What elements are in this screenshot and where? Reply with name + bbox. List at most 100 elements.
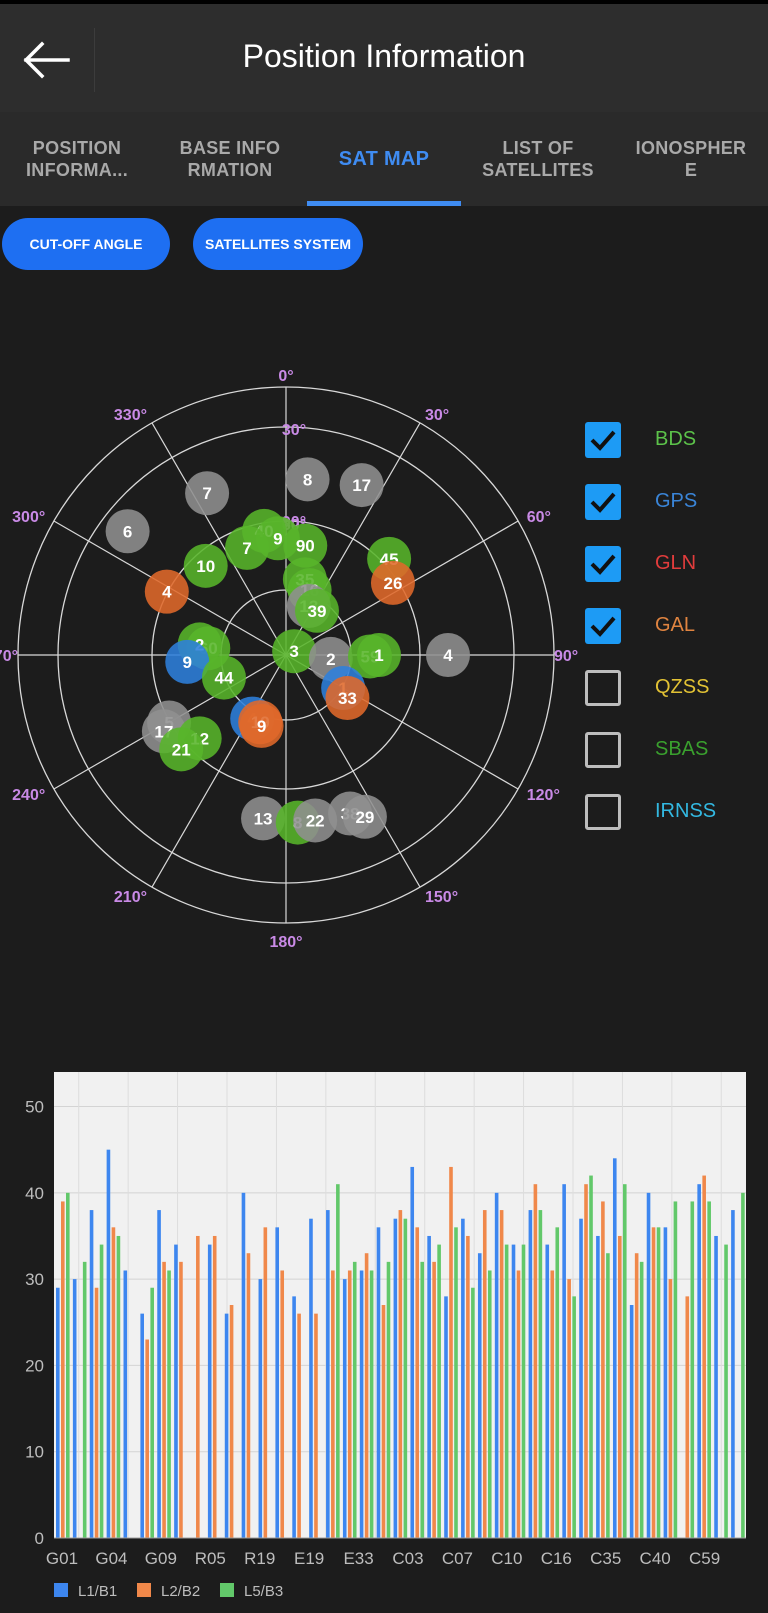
satellite-id: 39: [308, 602, 327, 621]
bar: [56, 1287, 60, 1538]
legend-swatch: [220, 1583, 234, 1597]
tab-3[interactable]: SAT MAP: [307, 112, 461, 206]
azimuth-label: 300°: [12, 509, 45, 526]
tab-label: IONOSPHER E: [635, 138, 747, 180]
legend-item-qzss[interactable]: QZSS: [585, 668, 755, 708]
checkbox-unchecked-icon[interactable]: [585, 794, 621, 830]
bar: [612, 1158, 617, 1538]
bar: [477, 1253, 482, 1538]
satellite-id: 6: [123, 522, 132, 541]
satellite-marker[interactable]: 9: [239, 703, 284, 748]
y-tick-label: 0: [35, 1529, 44, 1548]
satellite-marker[interactable]: 7: [185, 471, 230, 516]
satellite-marker[interactable]: 29: [342, 794, 387, 839]
satellite-marker[interactable]: 44: [201, 655, 246, 700]
y-tick-label: 40: [25, 1184, 44, 1203]
bar: [369, 1270, 374, 1538]
checkbox-checked-icon[interactable]: [585, 608, 621, 644]
satellite-marker[interactable]: 21: [159, 727, 204, 772]
satellite-marker[interactable]: 39: [294, 588, 339, 633]
bar: [601, 1201, 605, 1538]
tab-5[interactable]: IONOSPHER E: [614, 112, 768, 206]
cutoff-angle-button[interactable]: CUT-OFF ANGLE: [2, 218, 170, 270]
bar: [521, 1244, 526, 1538]
bar: [454, 1227, 458, 1538]
bar: [420, 1261, 425, 1538]
bar: [145, 1339, 149, 1538]
bar: [427, 1235, 431, 1538]
y-tick-label: 30: [25, 1270, 44, 1289]
bar: [656, 1227, 661, 1538]
bar: [579, 1218, 583, 1538]
satellite-id: 10: [196, 557, 215, 576]
y-tick-label: 50: [25, 1098, 44, 1117]
satellite-id: 26: [383, 574, 402, 593]
bar: [224, 1313, 229, 1538]
satellite-marker[interactable]: 4: [426, 633, 470, 677]
satellite-marker[interactable]: 26: [370, 560, 415, 605]
bar: [123, 1270, 128, 1538]
checkbox-unchecked-icon[interactable]: [585, 732, 621, 768]
bar: [415, 1227, 420, 1538]
bar: [167, 1270, 171, 1538]
bar: [731, 1210, 735, 1538]
legend-item-gln[interactable]: GLN: [585, 544, 755, 584]
bar: [567, 1279, 571, 1538]
tab-1[interactable]: POSITION INFORMA...: [0, 112, 154, 206]
checkbox-checked-icon[interactable]: [585, 422, 621, 458]
bar: [229, 1305, 234, 1538]
bar: [196, 1235, 200, 1538]
chart-legend-item: L1/B1: [54, 1583, 117, 1600]
bar: [111, 1227, 116, 1538]
satellite-marker[interactable]: 33: [325, 676, 370, 721]
bar: [140, 1313, 144, 1538]
tab-label: POSITION INFORMA...: [26, 138, 128, 180]
satellite-id: 21: [172, 740, 191, 759]
bar: [326, 1210, 330, 1538]
checkbox-checked-icon[interactable]: [585, 546, 621, 582]
satellite-id: 44: [215, 669, 234, 688]
satellite-id: 1: [374, 646, 383, 665]
bar: [741, 1192, 745, 1538]
satellite-marker[interactable]: 8: [285, 457, 330, 502]
satellite-marker[interactable]: 4: [144, 569, 189, 614]
bar: [511, 1244, 516, 1538]
bar: [179, 1261, 183, 1538]
legend-item-gal[interactable]: GAL: [585, 606, 755, 646]
app-bar: Position Information: [0, 0, 768, 112]
bar: [432, 1261, 436, 1538]
satellite-id: 33: [338, 689, 357, 708]
satellite-marker[interactable]: 3: [272, 629, 317, 674]
bar: [347, 1270, 352, 1538]
satellite-marker[interactable]: 1: [357, 633, 401, 677]
azimuth-label: 120°: [527, 787, 560, 804]
bar: [162, 1261, 166, 1538]
legend-item-bds[interactable]: BDS: [585, 420, 755, 460]
legend-item-sbas[interactable]: SBAS: [585, 730, 755, 770]
legend-label: IRNSS: [655, 800, 717, 822]
satellite-marker[interactable]: 10: [183, 543, 228, 588]
bar: [634, 1253, 639, 1538]
bar: [174, 1244, 178, 1538]
legend-label: SBAS: [655, 738, 709, 760]
azimuth-label: 210°: [114, 889, 147, 906]
bar: [336, 1184, 340, 1538]
elevation-label: 30°: [282, 422, 306, 439]
checkbox-unchecked-icon[interactable]: [585, 670, 621, 706]
legend-item-gps[interactable]: GPS: [585, 482, 755, 522]
satellite-id: 8: [303, 470, 312, 489]
bar: [314, 1313, 318, 1538]
bar: [714, 1235, 718, 1538]
checkbox-checked-icon[interactable]: [585, 484, 621, 520]
bar: [707, 1201, 711, 1538]
legend-item-irnss[interactable]: IRNSS: [585, 792, 755, 832]
bar: [516, 1270, 521, 1538]
tab-label: BASE INFO RMATION: [179, 138, 281, 180]
satellite-marker[interactable]: 17: [339, 463, 384, 508]
bar: [386, 1261, 391, 1538]
satellites-system-button[interactable]: SATELLITES SYSTEM: [193, 218, 363, 270]
tab-2[interactable]: BASE INFO RMATION: [153, 112, 307, 206]
satellite-marker[interactable]: 6: [105, 509, 150, 554]
x-tick-label: C03: [392, 1549, 423, 1568]
tab-4[interactable]: LIST OF SATELLITES: [461, 112, 615, 206]
